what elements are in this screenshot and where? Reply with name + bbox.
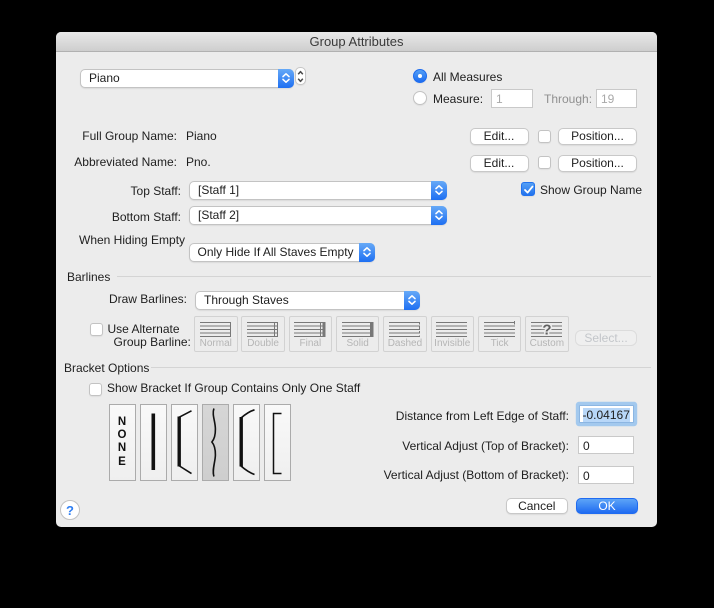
svg-text:?: ? <box>542 322 551 339</box>
